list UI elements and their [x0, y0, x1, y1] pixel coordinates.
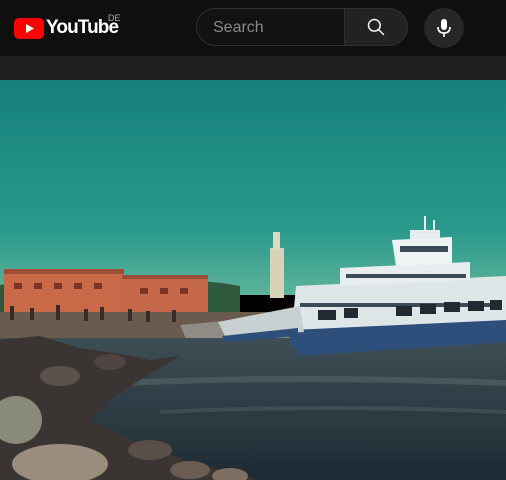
video-frame [0, 80, 506, 480]
search-button[interactable] [344, 8, 408, 46]
search-icon [367, 18, 385, 36]
youtube-play-icon [14, 17, 44, 39]
video-player[interactable] [0, 80, 506, 480]
masthead: YouTube DE [0, 0, 506, 56]
search-box [196, 8, 344, 46]
chip-bar [0, 56, 506, 80]
youtube-logo[interactable]: YouTube [14, 16, 119, 40]
voice-search-button[interactable] [424, 8, 464, 48]
microphone-icon [437, 19, 451, 37]
building-left [4, 272, 124, 312]
search-input[interactable] [213, 18, 337, 38]
country-code: DE [108, 13, 121, 23]
building-right [122, 278, 208, 312]
youtube-page: YouTube DE [0, 0, 506, 480]
light-tower [270, 248, 284, 298]
